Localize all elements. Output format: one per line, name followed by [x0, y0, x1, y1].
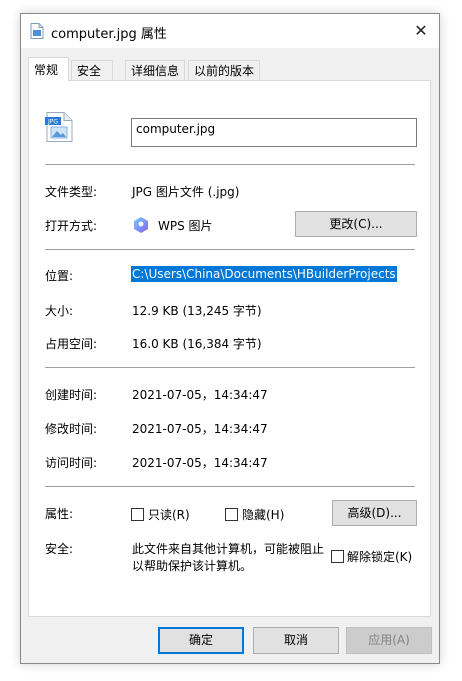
- window-title: computer.jpg 属性: [51, 27, 167, 42]
- accessed-value: 2021-07-05，14:34:47: [132, 456, 268, 470]
- hidden-label[interactable]: 隐藏(H): [242, 506, 284, 523]
- hidden-checkbox[interactable]: [225, 508, 238, 521]
- location-label: 位置:: [45, 269, 74, 283]
- file-type-label: 文件类型:: [45, 185, 98, 199]
- jpg-badge-text: JPG: [47, 119, 58, 126]
- opens-with-label: 打开方式:: [45, 219, 98, 233]
- opens-with-value: WPS 图片: [158, 219, 213, 233]
- close-button[interactable]: ✕: [403, 14, 439, 48]
- separator: [45, 164, 415, 165]
- security-label: 安全:: [45, 542, 74, 556]
- security-text-line1: 此文件来自其他计算机，可能被阻止: [132, 542, 325, 556]
- size-label: 大小:: [45, 304, 74, 318]
- unblock-checkbox[interactable]: [331, 550, 344, 563]
- wps-pictures-icon: [134, 217, 148, 233]
- tab-details[interactable]: 详细信息: [125, 60, 185, 80]
- size-value: 12.9 KB (13,245 字节): [132, 304, 262, 318]
- attributes-label: 属性:: [45, 507, 74, 521]
- change-button[interactable]: 更改(C)...: [295, 211, 417, 237]
- unblock-label[interactable]: 解除锁定(K): [347, 548, 412, 565]
- close-icon: ✕: [414, 21, 428, 40]
- cancel-button[interactable]: 取消: [253, 627, 339, 654]
- title-bar: computer.jpg 属性 ✕: [21, 14, 439, 48]
- advanced-button[interactable]: 高级(D)...: [332, 500, 417, 526]
- tab-previous-versions[interactable]: 以前的版本: [188, 60, 260, 80]
- tab-security[interactable]: 安全: [71, 60, 113, 80]
- readonly-label[interactable]: 只读(R): [148, 506, 190, 523]
- ok-button[interactable]: 确定: [158, 627, 244, 654]
- modified-value: 2021-07-05，14:34:47: [132, 422, 268, 436]
- image-file-icon: [30, 23, 44, 39]
- separator: [45, 367, 415, 368]
- general-panel: JPG computer.jpg 文件类型: JPG 图片文件 (.jpg) 打…: [28, 80, 431, 617]
- jpg-file-icon: JPG: [45, 112, 73, 142]
- apply-button[interactable]: 应用(A): [346, 627, 432, 654]
- readonly-checkbox[interactable]: [131, 508, 144, 521]
- created-value: 2021-07-05，14:34:47: [132, 388, 268, 402]
- separator: [45, 249, 415, 250]
- properties-dialog: computer.jpg 属性 ✕ 常规 安全 详细信息 以前的版本 JPG c…: [20, 13, 440, 664]
- location-value[interactable]: C:\Users\China\Documents\HBuilderProject…: [131, 266, 397, 282]
- size-on-disk-value: 16.0 KB (16,384 字节): [132, 337, 262, 351]
- created-label: 创建时间:: [45, 388, 98, 402]
- file-name-input[interactable]: computer.jpg: [131, 118, 417, 147]
- security-text-line2: 以帮助保护该计算机。: [132, 559, 253, 573]
- accessed-label: 访问时间:: [45, 456, 98, 470]
- tab-general[interactable]: 常规: [28, 57, 69, 81]
- file-type-value: JPG 图片文件 (.jpg): [132, 185, 240, 199]
- modified-label: 修改时间:: [45, 422, 98, 436]
- separator: [45, 486, 415, 487]
- size-on-disk-label: 占用空间:: [45, 337, 98, 351]
